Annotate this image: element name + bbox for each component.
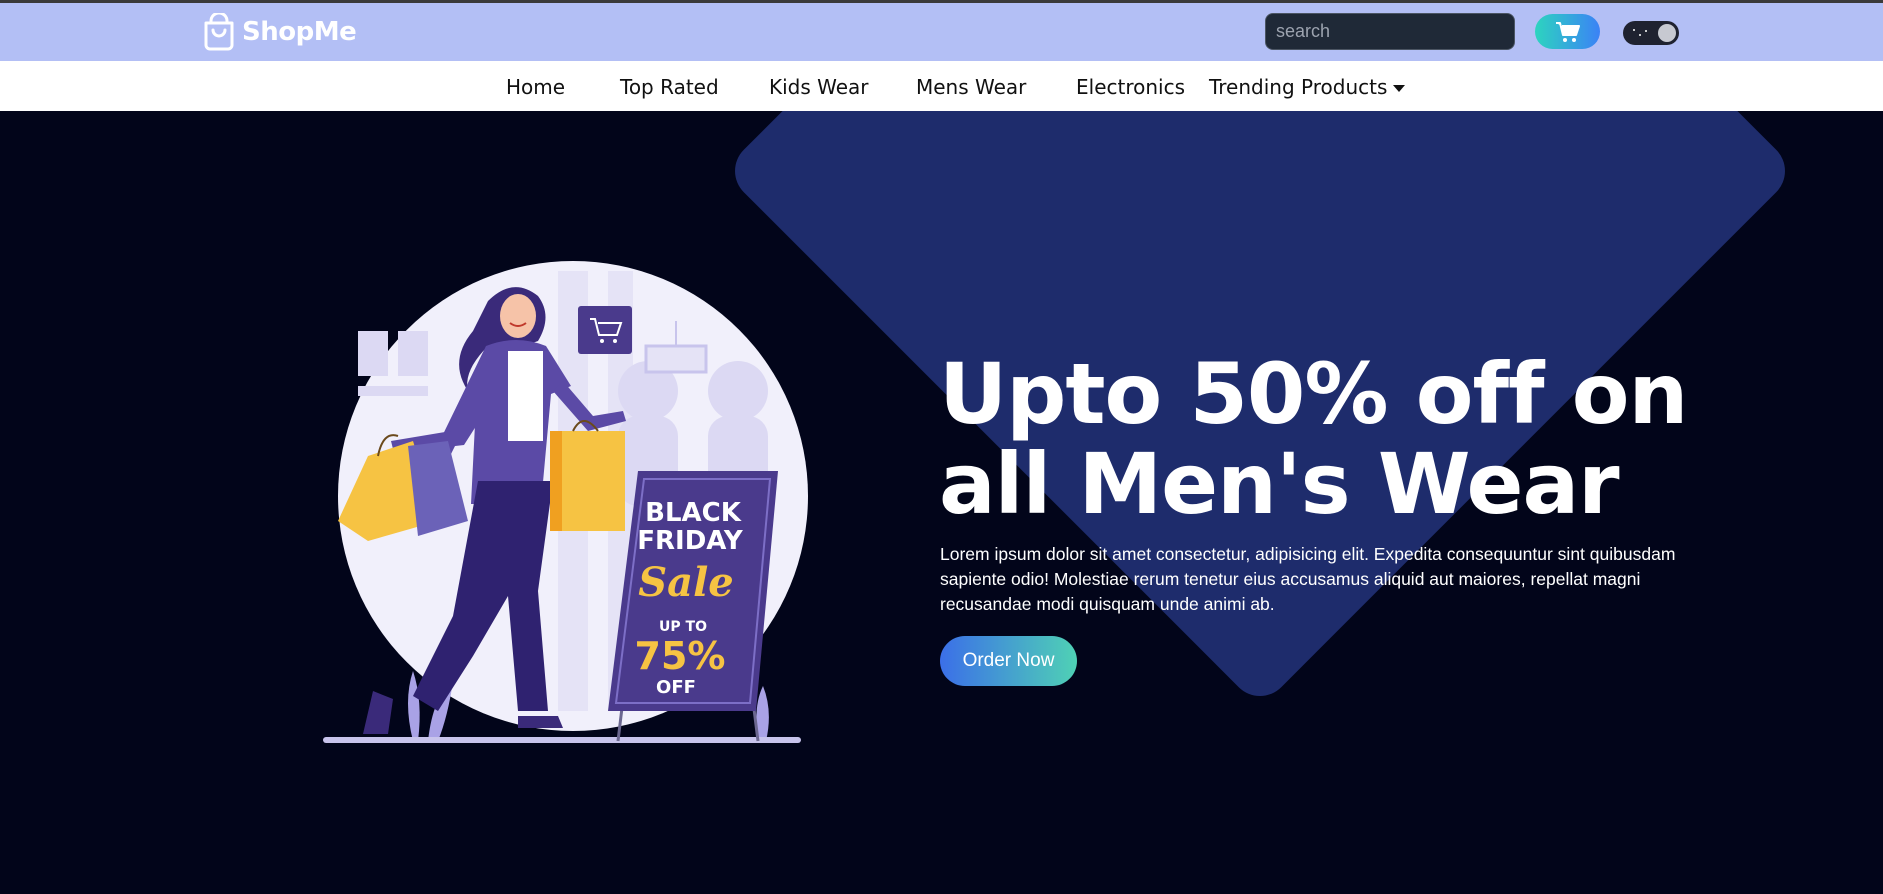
- hero-headline: Upto 50% off on all Men's Wear: [939, 345, 1688, 533]
- site-header: ShopMe: [0, 3, 1883, 61]
- trending-products-label: Trending Products: [1209, 75, 1388, 99]
- sign-text-off: OFF: [656, 677, 696, 698]
- nav-item-top-rated[interactable]: Top Rated: [620, 75, 719, 99]
- brand-logo[interactable]: ShopMe: [202, 13, 357, 51]
- sign-text-black: BLACK: [645, 498, 742, 528]
- shopping-woman-illustration: BLACK FRIDAY Sale UP TO 75% OFF: [323, 261, 808, 743]
- nav-item-kids-wear[interactable]: Kids Wear: [769, 75, 869, 99]
- nav-item-trending-products[interactable]: Trending Products: [1209, 75, 1406, 99]
- cart-button[interactable]: [1535, 14, 1600, 49]
- cart-icon: [1555, 21, 1580, 42]
- nav-item-electronics[interactable]: Electronics: [1076, 75, 1185, 99]
- search-input[interactable]: [1265, 13, 1515, 50]
- sign-text-percent: 75%: [635, 634, 726, 678]
- sign-text-sale: Sale: [638, 559, 733, 606]
- nav-item-mens-wear[interactable]: Mens Wear: [916, 75, 1026, 99]
- shopping-bag-icon: [204, 13, 234, 51]
- sign-text-up-to: UP TO: [659, 619, 707, 635]
- sign-text-friday: FRIDAY: [637, 526, 744, 556]
- brand-name: ShopMe: [242, 17, 357, 47]
- theme-toggle[interactable]: [1623, 21, 1679, 45]
- stars-icon: [1633, 29, 1647, 36]
- toggle-knob[interactable]: [1658, 24, 1676, 42]
- hero-description: Lorem ipsum dolor sit amet consectetur, …: [940, 544, 1676, 614]
- order-now-button[interactable]: Order Now: [940, 636, 1077, 686]
- nav-item-home[interactable]: Home: [506, 75, 565, 99]
- hero-section: BLACK FRIDAY Sale UP TO 75% OFF Upto 50%…: [0, 111, 1883, 894]
- main-nav: Home Top Rated Kids Wear Mens Wear Elect…: [0, 61, 1883, 111]
- caret-down-icon: [1393, 85, 1406, 92]
